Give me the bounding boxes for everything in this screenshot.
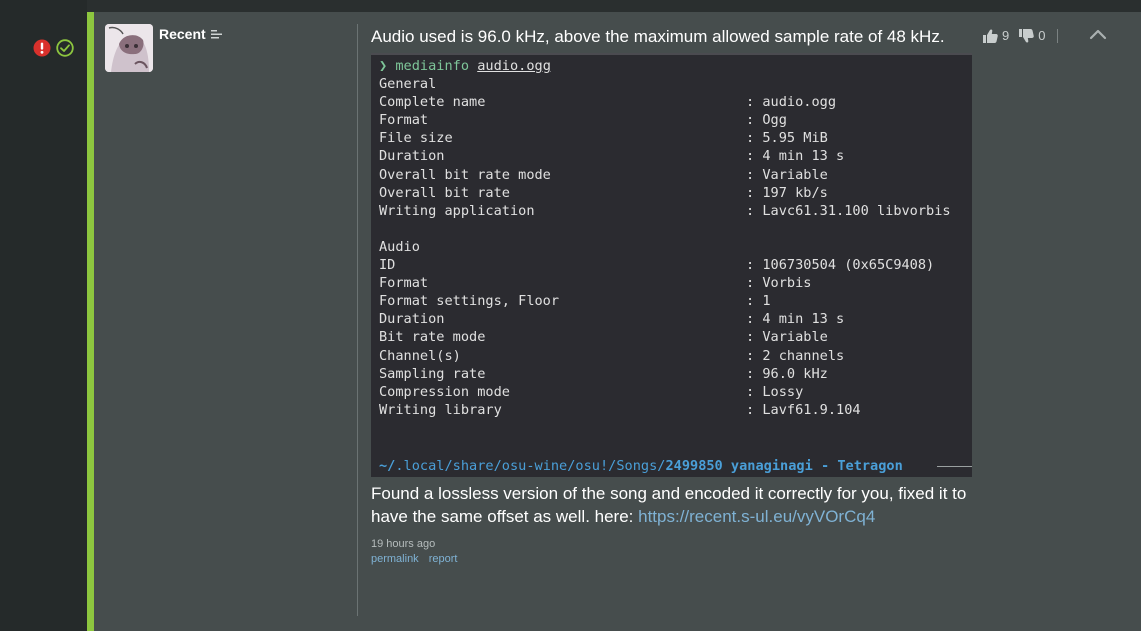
thumbs-down-icon[interactable] (1019, 28, 1034, 43)
terminal-line-label: General (379, 76, 437, 93)
discussion-post: Recent Audio used is 96.0 kHz, above the… (94, 12, 1141, 631)
terminal-line-value: : Ogg (746, 112, 787, 129)
terminal-line: Format : Vorbis (379, 274, 811, 292)
terminal-line-value: : 5.95 MiB (746, 130, 828, 147)
vote-separator (1057, 28, 1059, 43)
terminal-line-label: ID (379, 257, 396, 274)
terminal-line: Channel(s) : 2 channels (379, 347, 844, 365)
terminal-line-value: : Lossy (746, 383, 804, 400)
terminal-line: Duration : 4 min 13 s (379, 147, 844, 165)
terminal-statusbar: ~/.local/share/osu-wine/osu!/Songs/24998… (379, 457, 903, 475)
terminal-screenshot[interactable]: ❯ mediainfo audio.ogg General Complete na… (371, 53, 972, 477)
post-link[interactable]: https://recent.s-ul.eu/vyVOrCq4 (638, 507, 875, 526)
terminal-line-label: Duration (379, 311, 445, 328)
prompt-arrow: ❯ (379, 58, 388, 74)
status-rule (937, 466, 972, 467)
post-accent-bar (87, 12, 94, 631)
terminal-line-label: Writing application (379, 202, 535, 219)
status-folder: 2499850 yanaginagi - Tetragon (665, 458, 903, 474)
terminal-line-value: : 96.0 kHz (746, 365, 828, 382)
terminal-line-label: Audio (379, 238, 420, 255)
vote-controls: 9 0 (983, 28, 1059, 43)
terminal-line-label: Format settings, Floor (379, 293, 560, 310)
terminal-line-value: : 4 min 13 s (746, 148, 845, 165)
terminal-line-value: : Lavf61.9.104 (746, 401, 861, 418)
terminal-line-value: : 2 channels (746, 347, 845, 364)
post-timestamp: 19 hours ago (371, 538, 436, 550)
terminal-line-value: : 4 min 13 s (746, 311, 845, 328)
terminal-line: Duration : 4 min 13 s (379, 310, 844, 328)
author-label[interactable]: Recent (159, 26, 206, 42)
terminal-line: Format : Ogg (379, 111, 787, 129)
avatar[interactable] (105, 24, 153, 72)
terminal-line-label: Format (379, 275, 429, 292)
terminal-command-line: ❯ mediainfo audio.ogg (379, 57, 559, 75)
terminal-line-value: : 1 (746, 293, 771, 310)
terminal-line: Compression mode : Lossy (379, 383, 803, 401)
terminal-line-label: Bit rate mode (379, 329, 486, 346)
discussion-status (33, 39, 74, 57)
terminal-line-label: Overall bit rate mode (379, 166, 551, 183)
terminal-line: Overall bit rate : 197 kb/s (379, 184, 828, 202)
terminal-line-label: Complete name (379, 94, 486, 111)
terminal-line: Format settings, Floor : 1 (379, 292, 771, 310)
terminal-line-value: : Variable (746, 329, 828, 346)
terminal-line-label: Channel(s) (379, 347, 461, 364)
terminal-line-value: : Vorbis (746, 275, 812, 292)
terminal-line: Overall bit rate mode : Variable (379, 166, 828, 184)
post-divider (357, 24, 358, 616)
list-icon (210, 29, 222, 38)
permalink-link[interactable]: permalink (371, 553, 419, 565)
terminal-line-value: : Variable (746, 166, 828, 183)
status-tilde: ~/ (379, 458, 396, 474)
post-message-1: Audio used is 96.0 kHz, above the maximu… (371, 27, 945, 46)
report-link[interactable]: report (429, 553, 458, 565)
terminal-line-label: Compression mode (379, 383, 510, 400)
post-message-2: Found a lossless version of the song and… (371, 482, 981, 528)
chevron-up-icon[interactable] (1089, 28, 1107, 40)
terminal-line-label: Writing library (379, 401, 502, 418)
terminal-line-value: : Lavc61.31.100 libvorbis (746, 202, 951, 219)
thumbs-up-icon[interactable] (983, 28, 998, 43)
terminal-line: Writing library : Lavf61.9.104 (379, 401, 861, 419)
left-gutter (0, 0, 87, 631)
terminal-line: Sampling rate : 96.0 kHz (379, 365, 828, 383)
status-path: .local/share/osu-wine/osu!/Songs/ (395, 458, 666, 474)
post-body: Audio used is 96.0 kHz, above the maximu… (371, 25, 981, 565)
resolved-icon (56, 39, 74, 57)
terminal-line: File size : 5.95 MiB (379, 129, 828, 147)
downvote-count: 0 (1038, 28, 1046, 43)
terminal-output: ❯ mediainfo audio.ogg General Complete na… (379, 57, 951, 419)
terminal-line: Audio (379, 238, 559, 256)
terminal-line-label: File size (379, 130, 453, 147)
terminal-line: ID : 106730504 (0x65C9408) (379, 256, 934, 274)
terminal-line: Writing application : Lavc61.31.100 libvo… (379, 202, 951, 220)
terminal-line: General (379, 75, 559, 93)
avatar-image (105, 24, 153, 72)
terminal-line-label: Overall bit rate (379, 184, 510, 201)
terminal-line-value: : 197 kb/s (746, 184, 828, 201)
terminal-line: Complete name : audio.ogg (379, 93, 836, 111)
terminal-command: mediainfo (395, 58, 470, 74)
terminal-line-label: Sampling rate (379, 365, 486, 382)
terminal-line-label: Duration (379, 148, 445, 165)
terminal-line-value: : 106730504 (0x65C9408) (746, 257, 935, 274)
author-name[interactable]: Recent (159, 26, 222, 42)
terminal-line-label: Format (379, 112, 429, 129)
issue-icon (33, 39, 51, 57)
upvote-count: 9 (1002, 28, 1010, 43)
terminal-line: Bit rate mode : Variable (379, 328, 828, 346)
terminal-argument: audio.ogg (477, 58, 551, 74)
post-actions: permalink report (371, 553, 981, 565)
terminal-line-value: : audio.ogg (746, 94, 837, 111)
